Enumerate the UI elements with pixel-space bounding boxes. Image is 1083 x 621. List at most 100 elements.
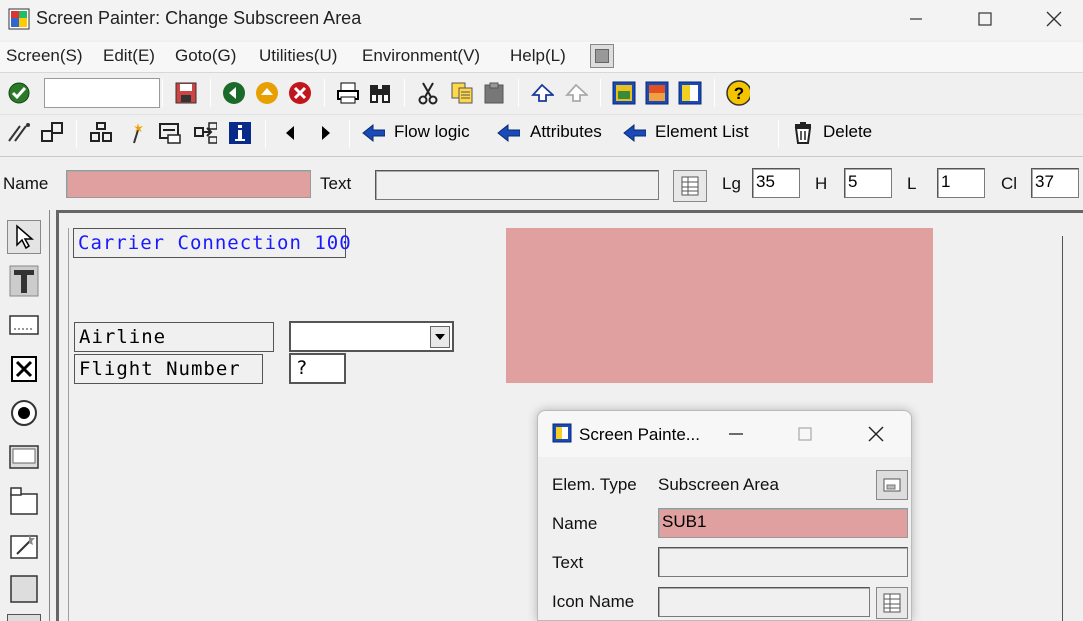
airline-label[interactable]: Airline: [74, 322, 274, 352]
layout-window-icon[interactable]: [158, 121, 182, 145]
lg-label: Lg: [722, 174, 741, 193]
input-field-tool-icon[interactable]: [7, 308, 41, 342]
next-icon[interactable]: [314, 121, 338, 145]
toolbar-separator: [778, 120, 779, 148]
previous-icon[interactable]: [278, 121, 302, 145]
close-button[interactable]: [1026, 2, 1082, 36]
paste-icon[interactable]: [482, 81, 506, 105]
menu-screen[interactable]: Screen(S): [6, 46, 83, 66]
flight-number-field[interactable]: ?: [289, 353, 346, 384]
icon-name-field[interactable]: [658, 587, 870, 617]
radio-button-tool-icon[interactable]: [7, 396, 41, 430]
name-label: Name: [3, 174, 49, 193]
box-tool-icon[interactable]: [7, 572, 41, 606]
toolbar-separator: [324, 79, 325, 107]
subscreen-area[interactable]: [506, 228, 933, 383]
cl-label: Cl: [1001, 174, 1018, 193]
attributes-button[interactable]: Attributes: [530, 122, 602, 142]
text-field[interactable]: [375, 170, 659, 200]
flow-logic-button[interactable]: Flow logic: [394, 122, 470, 142]
maximize-button[interactable]: [957, 2, 1013, 36]
cancel-icon[interactable]: [288, 81, 312, 105]
hierarchy-icon[interactable]: [89, 121, 113, 145]
pushbutton-tool-icon[interactable]: [7, 440, 41, 474]
back-icon[interactable]: [222, 81, 246, 105]
checkbox-tool-icon[interactable]: [7, 352, 41, 386]
dialog-title: Screen Painte...: [579, 425, 700, 444]
lg-field[interactable]: 35: [752, 168, 800, 198]
flight-number-label[interactable]: Flight Number: [74, 354, 263, 384]
screen-title-text[interactable]: Carrier Connection 100: [73, 228, 351, 258]
layout-window-icon-1[interactable]: [612, 81, 636, 105]
canvas-right-edge: [1062, 236, 1063, 621]
minimize-button[interactable]: [888, 2, 944, 36]
help-icon[interactable]: ?: [726, 80, 750, 106]
delete-button[interactable]: Delete: [823, 122, 872, 142]
dialog-maximize-button: [790, 421, 820, 447]
toolbar-separator: [76, 120, 77, 148]
menu-goto[interactable]: Goto(G): [175, 46, 236, 66]
cut-icon[interactable]: [416, 81, 440, 105]
dialog-name-label: Name: [552, 514, 598, 533]
undo-icon[interactable]: [530, 81, 554, 105]
text-label: Text: [320, 174, 352, 193]
dialog-close-button[interactable]: [861, 421, 891, 447]
dialog-app-icon: [552, 423, 572, 443]
exit-icon[interactable]: [255, 81, 279, 105]
window-title: Screen Painter: Change Subscreen Area: [36, 8, 362, 28]
trash-icon[interactable]: [791, 121, 815, 145]
attributes-arrow-icon[interactable]: [496, 121, 520, 145]
menu-environment[interactable]: Environment(V): [362, 46, 480, 66]
cl-field[interactable]: 37: [1031, 168, 1079, 198]
elem-type-label: Elem. Type: [552, 475, 637, 494]
flow-logic-arrow-icon[interactable]: [361, 121, 385, 145]
toolbar-separator: [265, 120, 266, 148]
toolbar-separator: [404, 79, 405, 107]
h-field[interactable]: 5: [844, 168, 892, 198]
copy-icon[interactable]: [450, 81, 474, 105]
subscreen-tool-icon[interactable]: [7, 614, 41, 621]
dialog-text-field[interactable]: [658, 547, 908, 577]
save-icon[interactable]: [174, 81, 198, 105]
toolbar-separator: [349, 120, 350, 148]
svg-text:?: ?: [734, 84, 744, 103]
find-icon[interactable]: [368, 81, 392, 105]
tabstrip-tool-icon[interactable]: [7, 484, 41, 518]
dialog-name-field[interactable]: SUB1: [658, 508, 908, 538]
l-field[interactable]: 1: [937, 168, 985, 198]
menu-edit[interactable]: Edit(E): [103, 46, 155, 66]
text-tool-icon[interactable]: [7, 264, 41, 298]
element-list-arrow-icon[interactable]: [622, 121, 646, 145]
text-edit-button[interactable]: [673, 170, 707, 202]
name-field[interactable]: [66, 170, 311, 198]
customize-layout-icon[interactable]: [590, 44, 614, 68]
element-list-button[interactable]: Element List: [655, 122, 749, 142]
toolbar-separator: [518, 79, 519, 107]
menu-utilities[interactable]: Utilities(U): [259, 46, 337, 66]
info-icon[interactable]: [228, 121, 252, 145]
toolbar-separator: [210, 79, 211, 107]
layout-window-icon-2[interactable]: [645, 81, 669, 105]
copy-element-icon[interactable]: [40, 121, 64, 145]
pointer-tool-icon[interactable]: [7, 220, 41, 254]
app-icon: [8, 8, 30, 30]
icon-name-label: Icon Name: [552, 592, 635, 611]
close-icon: [1046, 11, 1062, 27]
command-field[interactable]: [44, 78, 160, 108]
icon-name-button[interactable]: [876, 587, 908, 619]
arrange-icon[interactable]: [193, 121, 217, 145]
enter-check-icon[interactable]: [7, 81, 31, 105]
maximize-icon: [978, 12, 992, 26]
airline-dropdown[interactable]: [289, 321, 454, 352]
minimize-icon: [910, 18, 922, 20]
dialog-minimize-button[interactable]: [721, 421, 751, 447]
magic-wand-icon[interactable]: [124, 121, 148, 145]
dropdown-arrow-icon[interactable]: [430, 326, 450, 348]
toolbar-separator: [600, 79, 601, 107]
elem-type-button[interactable]: [876, 470, 908, 500]
menu-help[interactable]: Help(L): [510, 46, 566, 66]
print-icon[interactable]: [336, 81, 360, 105]
layout-window-icon-3[interactable]: [678, 81, 702, 105]
tabstrip-wizard-tool-icon[interactable]: [7, 528, 41, 562]
edit-pencil-icon[interactable]: [6, 121, 30, 145]
